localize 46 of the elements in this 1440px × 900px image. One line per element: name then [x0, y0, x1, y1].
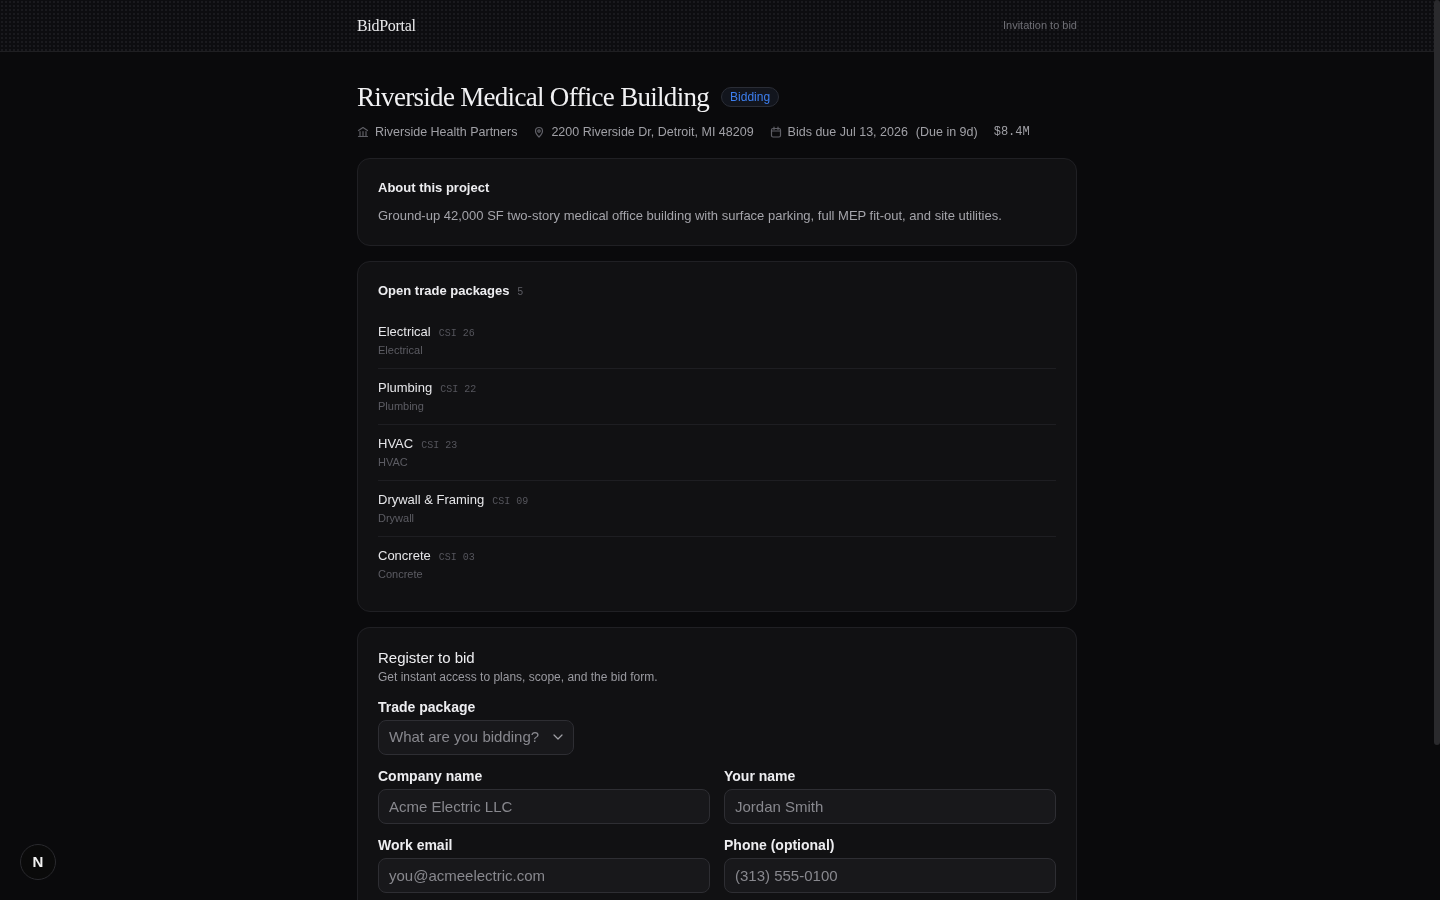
project-description: Ground-up 42,000 SF two-story medical office building with surface parking, full MEP fit-out, and site utilities.	[378, 206, 1003, 225]
status-badge: Bidding	[721, 87, 780, 107]
input-field[interactable]: you@acmeelectric.com	[378, 857, 710, 893]
dev-tools-button[interactable]: N	[20, 844, 56, 880]
trade-category: Concrete	[378, 566, 424, 581]
owner-name: Riverside Health Partners	[375, 124, 518, 141]
trade-name[interactable]: HVAC	[378, 434, 414, 453]
trade-name[interactable]: Drywall & Framing	[378, 490, 485, 509]
card-heading: Open trade packages	[378, 281, 510, 300]
header-caption: Invitation to bid	[1003, 18, 1077, 34]
field-label: Phone (optional)	[724, 835, 836, 854]
trade-package-select[interactable]: What are you bidding?	[378, 719, 575, 755]
csi-code: CSI 22	[440, 382, 477, 397]
field-label: Trade package	[378, 697, 477, 716]
field-label: Company name	[378, 766, 484, 785]
building-icon	[357, 126, 369, 139]
map-pin-icon	[533, 126, 546, 139]
csi-code: CSI 23	[421, 438, 458, 453]
trade-category: Electrical	[378, 342, 424, 357]
brand-logo[interactable]: BidPortal	[357, 13, 416, 38]
trade-name[interactable]: Plumbing	[378, 378, 433, 397]
scrollbar-thumb[interactable]	[1434, 0, 1440, 745]
input-field[interactable]: Jordan Smith	[724, 788, 1056, 824]
project-address: 2200 Riverside Dr, Detroit, MI 48209	[551, 124, 754, 141]
field-label: Work email	[378, 835, 454, 854]
trade-category: Plumbing	[378, 398, 425, 413]
csi-code: CSI 09	[492, 494, 529, 509]
csi-code: CSI 03	[438, 550, 475, 565]
calendar-icon	[769, 126, 782, 139]
form-heading: Register to bid	[378, 647, 476, 668]
project-value: $8.4M	[993, 124, 1030, 142]
project-title: Riverside Medical Office Building	[357, 81, 710, 114]
bid-due-date: Bids due Jul 13, 2026	[787, 124, 908, 141]
chevron-down-icon	[553, 734, 564, 741]
trade-category: HVAC	[378, 454, 409, 469]
field-label: Your name	[724, 766, 797, 785]
input-field[interactable]: (313) 555-0100	[724, 857, 1056, 893]
trade-category: Drywall	[378, 510, 416, 525]
csi-code: CSI 26	[438, 326, 475, 341]
card-heading: About this project	[378, 178, 491, 197]
trade-name[interactable]: Concrete	[378, 546, 431, 565]
trade-name[interactable]: Electrical	[378, 322, 431, 341]
due-countdown: (Due in 9d)	[915, 124, 978, 141]
package-count: 5	[517, 284, 524, 299]
form-subtitle: Get instant access to plans, scope, and the bid form.	[378, 668, 659, 685]
input-field[interactable]: Acme Electric LLC	[378, 788, 710, 824]
